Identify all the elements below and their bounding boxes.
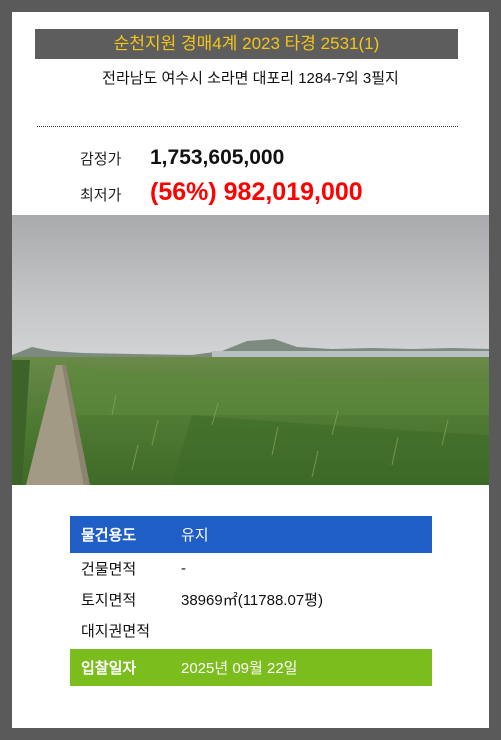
- bid-date-row: 입찰일자 2025년 09월 22일: [70, 649, 432, 686]
- minimum-value: (56%) 982,019,000: [150, 178, 363, 206]
- minimum-price-row: 최저가 (56%) 982,019,000: [80, 178, 363, 207]
- land-right-area-row: 대지권면적: [70, 615, 432, 646]
- usage-value: 유지: [181, 527, 209, 544]
- property-photo: [12, 215, 489, 485]
- property-details-table: 물건용도 유지 건물면적 - 토지면적 38969㎡(11788.07평) 대지…: [70, 516, 432, 686]
- property-photo-image: [12, 215, 489, 485]
- building-area-row: 건물면적 -: [70, 553, 432, 584]
- property-address: 전라남도 여수시 소라면 대포리 1284-7외 3필지: [102, 70, 399, 87]
- usage-label: 물건용도: [81, 527, 137, 544]
- land-area-row: 토지면적 38969㎡(11788.07평): [70, 584, 432, 615]
- dotted-divider: [37, 126, 458, 127]
- land-area-label: 토지면적: [81, 592, 137, 609]
- bid-date-label: 입찰일자: [81, 660, 137, 677]
- land-area-value: 38969㎡(11788.07평): [181, 592, 323, 609]
- auction-card: 순천지원 경매4계 2023 타경 2531(1) 전라남도 여수시 소라면 대…: [12, 12, 489, 728]
- appraisal-label: 감정가: [80, 151, 122, 168]
- court-case-banner: 순천지원 경매4계 2023 타경 2531(1): [35, 29, 458, 59]
- minimum-label: 최저가: [80, 187, 122, 204]
- appraisal-price-row: 감정가 1,753,605,000: [80, 146, 284, 170]
- appraisal-value: 1,753,605,000: [150, 146, 285, 169]
- land-right-area-label: 대지권면적: [81, 623, 151, 640]
- bid-date-value: 2025년 09월 22일: [181, 660, 298, 677]
- building-area-value: -: [181, 560, 186, 577]
- usage-row: 물건용도 유지: [70, 516, 432, 553]
- building-area-label: 건물면적: [81, 561, 137, 578]
